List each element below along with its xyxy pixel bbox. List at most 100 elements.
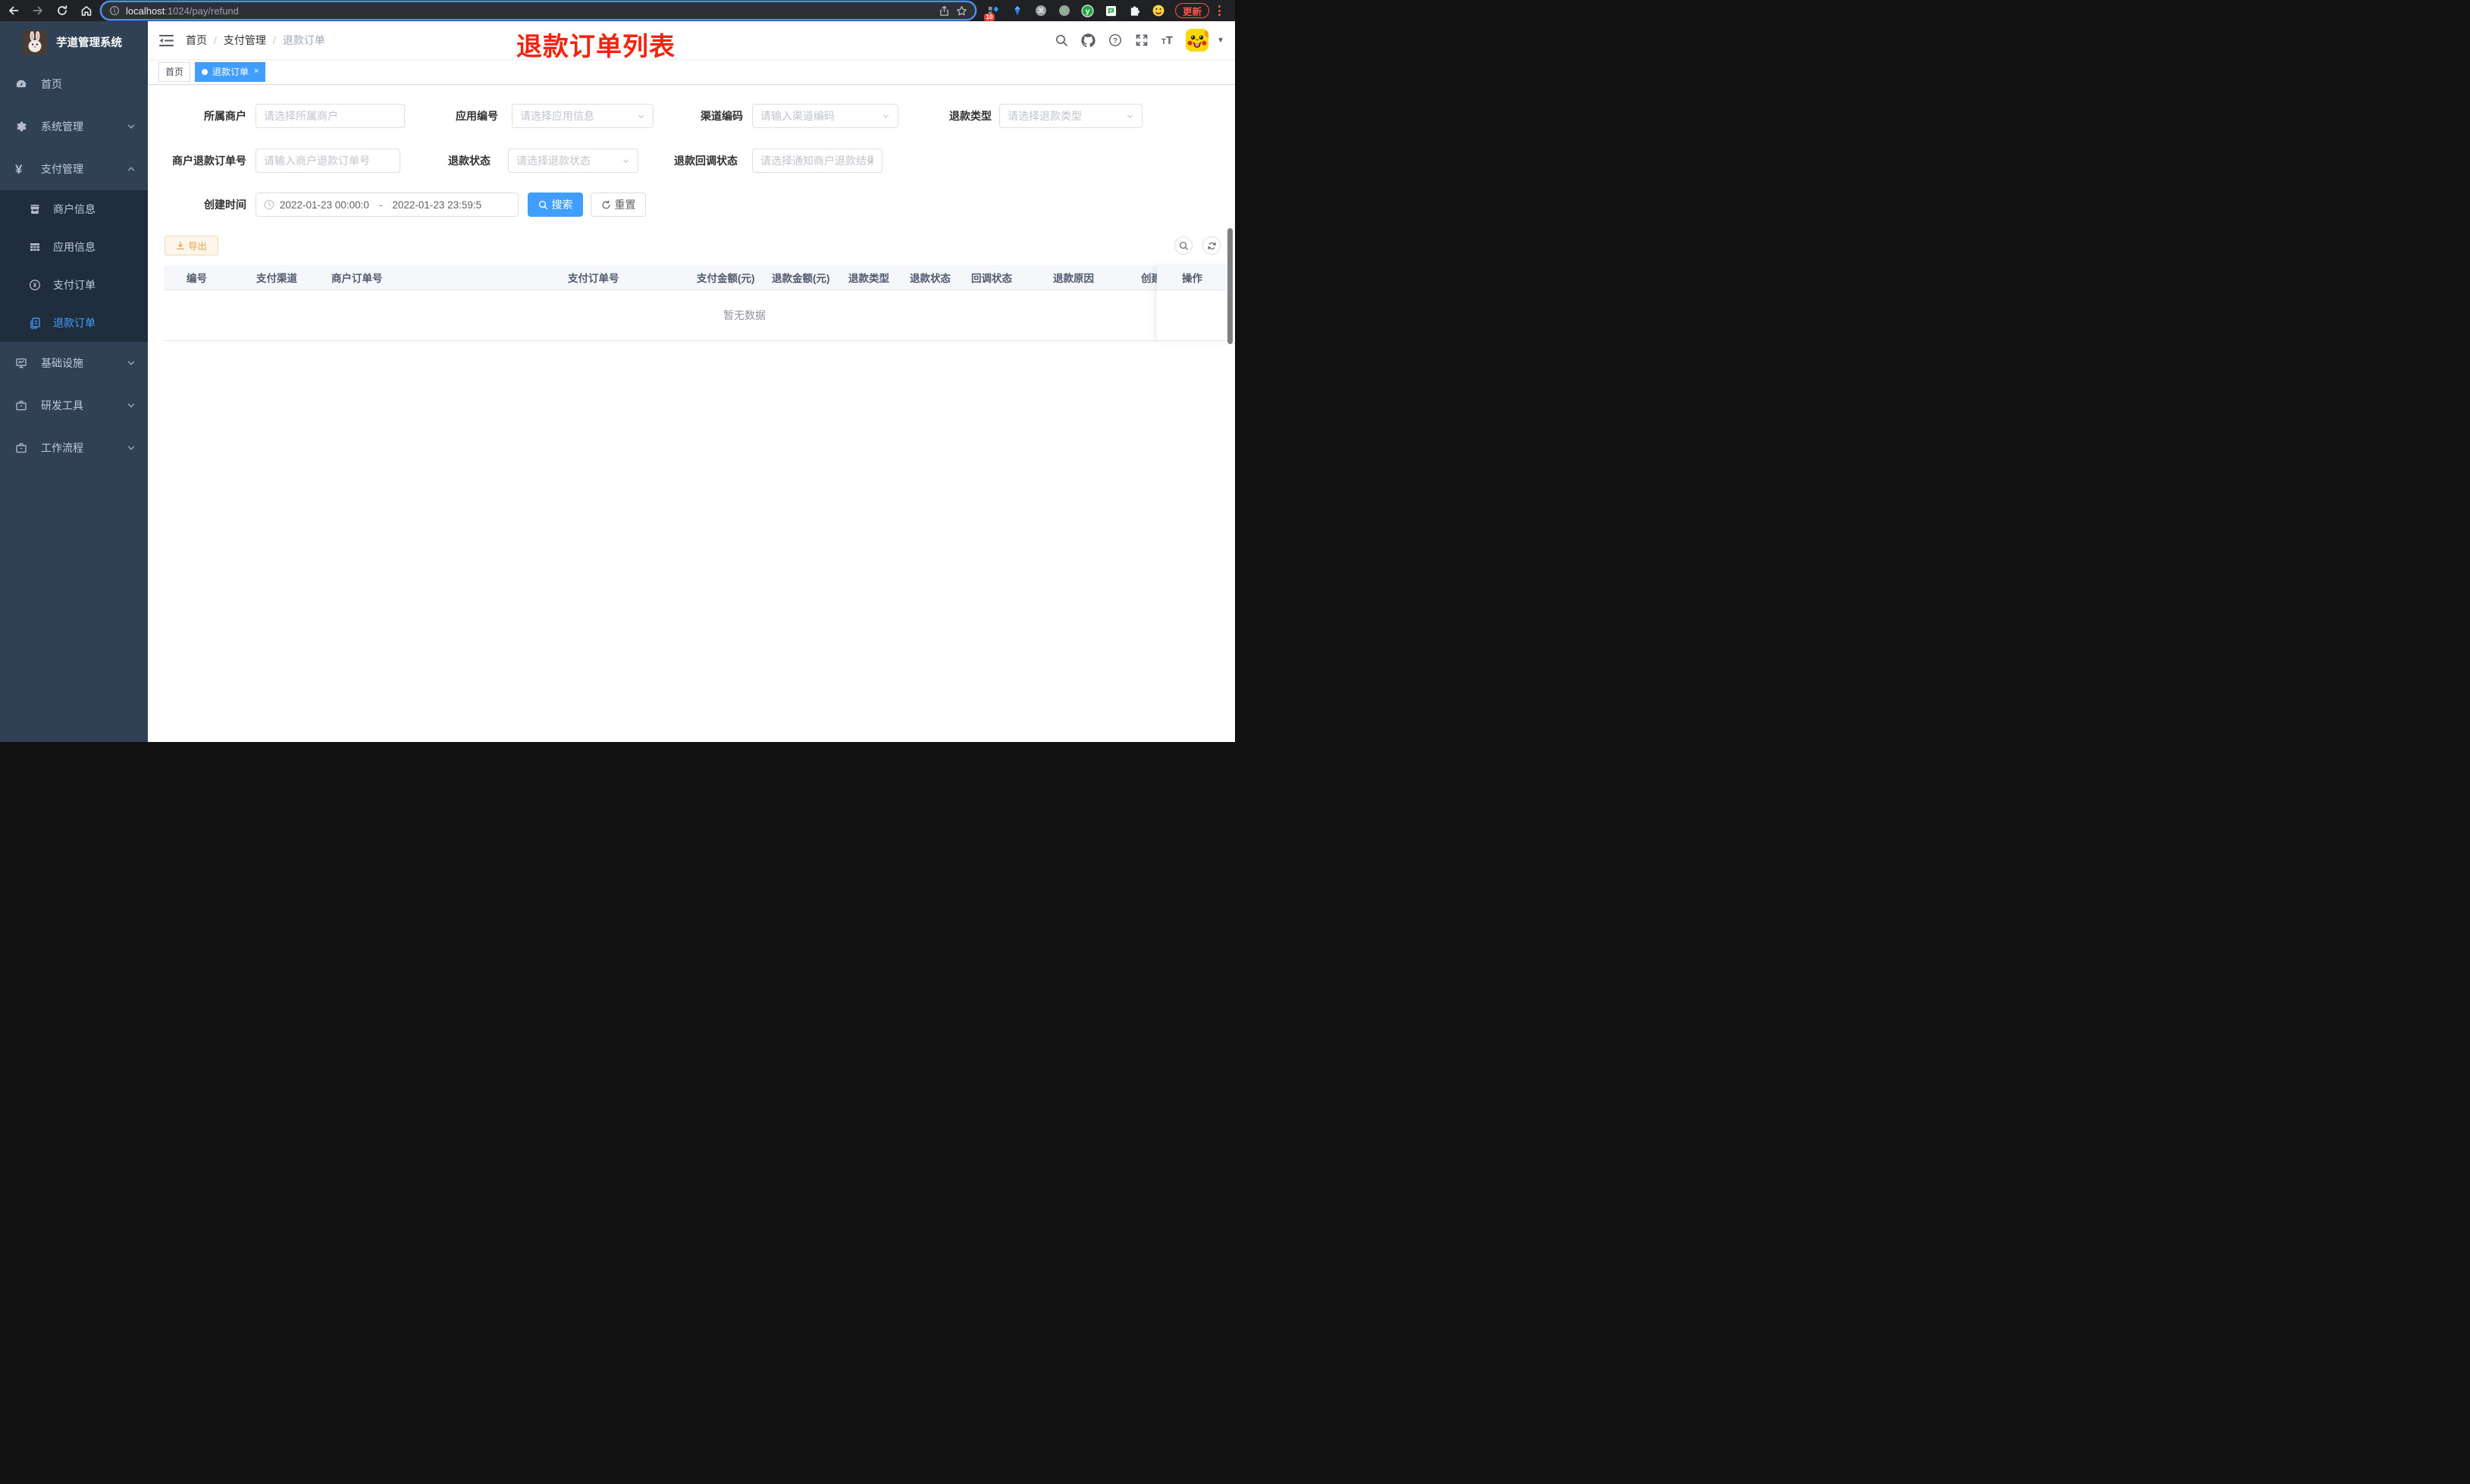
help-icon[interactable]: ? — [1108, 33, 1122, 47]
sidebar-item-app-info[interactable]: 应用信息 — [0, 228, 148, 266]
label-app: 应用编号 — [456, 110, 498, 122]
chevron-down-icon — [882, 112, 890, 121]
sidebar-item-pay-order[interactable]: ¥ 支付订单 — [0, 266, 148, 304]
url-text[interactable]: localhost:1024/pay/refund — [126, 5, 239, 17]
sidebar-logo-row[interactable]: 芋道管理系统 — [0, 21, 148, 63]
chevron-down-icon — [1126, 112, 1134, 121]
col-refund-type: 退款类型 — [848, 273, 889, 284]
label-channel: 渠道编码 — [701, 110, 743, 122]
col-pay-order-no: 支付订单号 — [568, 273, 619, 284]
table-body: 暂无数据 — [164, 290, 1230, 341]
refund-status-select[interactable]: 请选择退款状态 — [508, 149, 638, 173]
tab-home[interactable]: 首页 — [158, 61, 191, 82]
clock-icon — [264, 199, 274, 210]
collapse-sidebar-icon[interactable] — [159, 34, 174, 47]
avatar[interactable] — [1186, 29, 1209, 52]
extension-chat-icon[interactable] — [1105, 5, 1117, 17]
top-navbar: 首页 / 支付管理 / 退款订单 退款订单列表 ? TT ▼ — [148, 21, 1235, 61]
date-end-value[interactable]: 2022-01-23 23:59:59 — [392, 199, 481, 211]
breadcrumb-pay[interactable]: 支付管理 — [224, 33, 266, 48]
col-callback-status: 回调状态 — [971, 273, 1012, 284]
col-pay-channel: 支付渠道 — [256, 273, 297, 284]
breadcrumb-home[interactable]: 首页 — [186, 33, 207, 48]
extensions-puzzle-icon[interactable] — [1128, 5, 1141, 17]
vertical-scrollbar[interactable] — [1227, 228, 1233, 344]
col-id: 编号 — [187, 273, 207, 284]
coin-yen-icon: ¥ — [29, 279, 47, 291]
extension-gem-icon[interactable] — [1011, 5, 1023, 17]
download-icon — [177, 241, 185, 250]
sidebar-item-system[interactable]: 系统管理 — [0, 105, 148, 148]
sidebar-item-workflow[interactable]: 工作流程 — [0, 427, 148, 469]
browser-menu-icon[interactable] — [1215, 5, 1224, 16]
browser-update-button[interactable]: 更新 — [1175, 3, 1210, 18]
refund-type-select[interactable]: 请选择退款类型 — [999, 104, 1143, 128]
refresh-table-button[interactable] — [1202, 236, 1221, 255]
sidebar: 芋道管理系统 首页 系统管理 ¥ 支付管理 商户信息 应用信息 ¥ 支付订单 退… — [0, 21, 148, 742]
chevron-down-icon — [127, 401, 136, 410]
fullscreen-icon[interactable] — [1135, 33, 1149, 47]
avatar-caret-icon[interactable]: ▼ — [1217, 36, 1224, 45]
chevron-down-icon — [127, 443, 136, 452]
col-refund-reason: 退款原因 — [1053, 273, 1094, 284]
date-start-value[interactable]: 2022-01-23 00:00:00 — [280, 199, 369, 211]
show-search-toggle-button[interactable] — [1174, 236, 1193, 255]
storefront-icon — [29, 203, 47, 215]
empty-text: 暂无数据 — [723, 309, 766, 321]
label-merchant-refund-no: 商户退款订单号 — [172, 155, 246, 167]
col-refund-amount: 退款金额(元) — [772, 273, 830, 284]
extension-tray: 10 ⌘ y — [984, 4, 1164, 21]
sidebar-item-merchant-info[interactable]: 商户信息 — [0, 190, 148, 228]
chevron-down-icon — [622, 157, 630, 165]
svg-text:?: ? — [1113, 36, 1117, 45]
tab-refund-order[interactable]: 退款订单 × — [195, 61, 266, 82]
font-size-icon[interactable]: TT — [1161, 35, 1173, 46]
page-title: 退款订单列表 — [516, 33, 675, 61]
address-bar[interactable]: localhost:1024/pay/refund — [102, 2, 975, 19]
extension-tiles-icon[interactable]: 10 — [984, 5, 1000, 21]
chevron-down-icon — [127, 358, 136, 368]
extension-record-icon[interactable] — [1058, 5, 1070, 17]
chevron-down-icon — [866, 157, 874, 165]
export-button[interactable]: 导出 — [165, 236, 218, 255]
active-dot — [202, 68, 208, 75]
search-icon[interactable] — [1055, 33, 1068, 47]
github-icon[interactable] — [1081, 33, 1096, 48]
col-merchant-order-no: 商户订单号 — [331, 273, 383, 284]
sidebar-item-pay[interactable]: ¥ 支付管理 — [0, 148, 148, 190]
fixed-action-column: 操作 — [1157, 265, 1230, 342]
search-button[interactable]: 搜索 — [528, 193, 583, 217]
bookmark-star-icon[interactable] — [956, 5, 967, 17]
col-action: 操作 — [1157, 265, 1230, 290]
home-icon[interactable] — [80, 5, 92, 17]
svg-text:⌘: ⌘ — [1037, 8, 1044, 15]
extension-command-icon[interactable]: ⌘ — [1034, 5, 1047, 17]
forward-icon[interactable] — [32, 5, 44, 17]
reset-button[interactable]: 重置 — [591, 193, 646, 217]
merchant-input[interactable] — [255, 104, 405, 128]
sidebar-item-infra[interactable]: 基础设施 — [0, 342, 148, 384]
search-icon — [1179, 241, 1188, 250]
sidebar-item-dev-tools[interactable]: 研发工具 — [0, 384, 148, 427]
extension-y-icon[interactable]: y — [1081, 4, 1094, 17]
gear-icon — [15, 121, 33, 133]
share-icon[interactable] — [939, 5, 950, 17]
site-info-icon[interactable] — [109, 5, 120, 16]
refresh-icon — [1207, 242, 1216, 249]
channel-select[interactable]: 请输入渠道编码 — [752, 104, 898, 128]
col-pay-amount: 支付金额(元) — [697, 273, 755, 284]
sidebar-item-home[interactable]: 首页 — [0, 63, 148, 105]
close-tab-icon[interactable]: × — [254, 67, 259, 76]
date-range-picker[interactable]: 2022-01-23 00:00:00 - 2022-01-23 23:59:5… — [255, 193, 519, 217]
back-icon[interactable] — [8, 5, 20, 17]
app-title: 芋道管理系统 — [56, 37, 122, 49]
extension-emoji-icon[interactable] — [1152, 5, 1164, 17]
app-select[interactable]: 请选择应用信息 — [512, 104, 654, 128]
merchant-refund-no-input[interactable] — [255, 149, 400, 173]
notify-status-select[interactable]: 请选择通知商户退款结果的 — [752, 149, 882, 173]
reload-icon[interactable] — [56, 5, 68, 17]
yen-icon: ¥ — [15, 161, 23, 177]
browser-toolbar: localhost:1024/pay/refund 10 ⌘ y 更新 — [0, 0, 1235, 21]
refresh-icon — [601, 200, 610, 209]
sidebar-item-refund-order[interactable]: 退款订单 — [0, 304, 148, 342]
